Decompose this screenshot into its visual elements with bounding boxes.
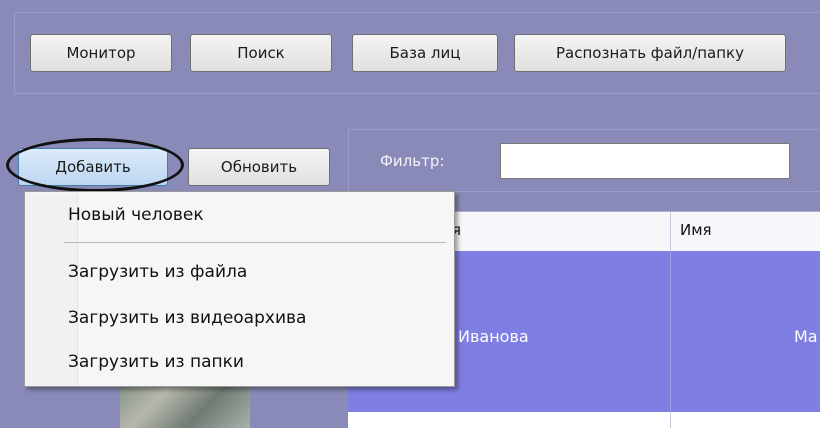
column-separator[interactable] (670, 212, 671, 252)
highlight-ellipse (6, 138, 184, 192)
filter-label: Фильтр: (380, 152, 445, 170)
filter-input[interactable] (500, 143, 790, 179)
cell-name: Ма (794, 327, 818, 346)
row-separator (670, 251, 671, 412)
recognize-file-folder-button[interactable]: Распознать файл/папку (514, 34, 786, 72)
menu-item-new-person[interactable]: Новый человек (68, 205, 204, 225)
table-next-row[interactable] (348, 412, 820, 428)
refresh-button[interactable]: Обновить (188, 148, 330, 186)
menu-separator (64, 242, 446, 243)
row-separator (670, 412, 671, 428)
menu-item-load-from-video-archive[interactable]: Загрузить из видеоархива (68, 308, 306, 328)
cell-surname: Иванова (458, 327, 529, 346)
column-header-name[interactable]: Имя (680, 221, 712, 239)
menu-item-load-from-folder[interactable]: Загрузить из папки (68, 352, 244, 372)
menu-item-load-from-file[interactable]: Загрузить из файла (68, 262, 247, 282)
face-database-button[interactable]: База лиц (352, 34, 498, 72)
